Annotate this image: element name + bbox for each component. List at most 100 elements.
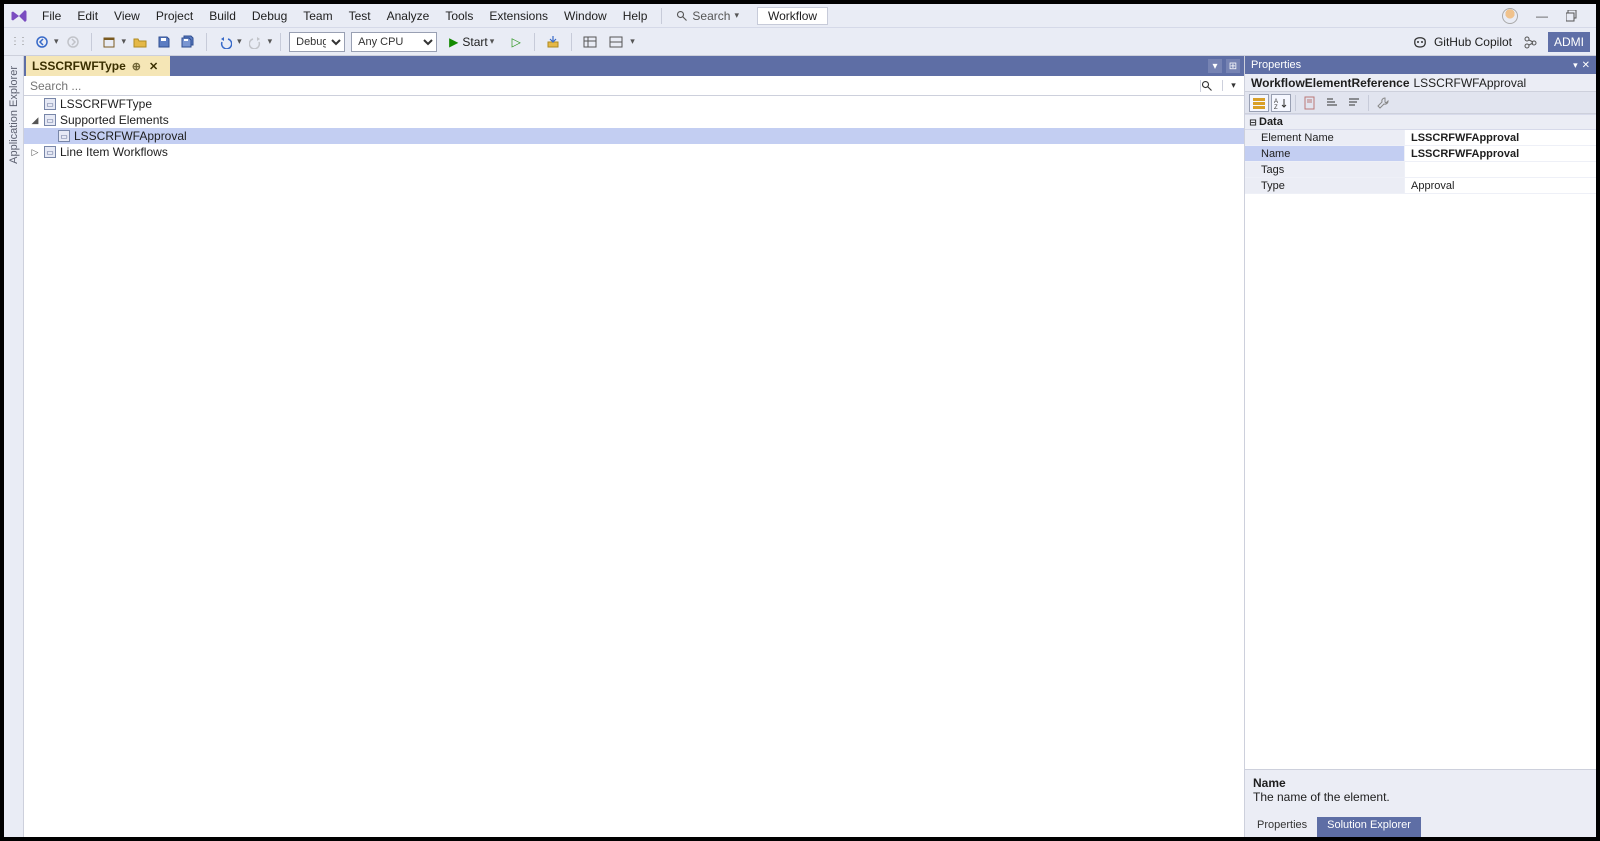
alpha-sort-icon: AZ — [1274, 96, 1288, 110]
prop-alphabetical-button[interactable]: AZ — [1271, 94, 1291, 112]
start-debug-button[interactable]: ▶ Start ▾ — [443, 32, 500, 52]
menu-test[interactable]: Test — [341, 7, 379, 25]
wrench-icon — [1376, 96, 1390, 110]
menu-project[interactable]: Project — [148, 7, 201, 25]
search-icon — [676, 10, 688, 22]
property-row[interactable]: TypeApproval — [1245, 178, 1596, 194]
tab-overflow-button[interactable]: ▾ — [1208, 59, 1222, 73]
minimize-button[interactable]: — — [1532, 9, 1552, 23]
user-avatar[interactable] — [1502, 8, 1518, 24]
restore-button[interactable] — [1566, 10, 1586, 22]
property-value[interactable]: LSSCRFWFApproval — [1405, 130, 1596, 145]
sort-asc-icon — [1325, 96, 1339, 110]
property-category[interactable]: ⊟ Data — [1245, 114, 1596, 130]
close-tab-button[interactable]: ✕ — [147, 60, 160, 73]
prop-pages-button[interactable] — [1300, 94, 1320, 112]
save-button[interactable] — [154, 32, 174, 52]
property-value[interactable]: LSSCRFWFApproval — [1405, 146, 1596, 161]
property-pages-icon — [1303, 96, 1317, 110]
expander-expand-icon[interactable]: ▷ — [30, 147, 40, 158]
open-file-button[interactable] — [130, 32, 150, 52]
bottom-tab-solution-explorer[interactable]: Solution Explorer — [1317, 817, 1421, 837]
nav-back-icon — [35, 35, 49, 49]
tree-node-label: LSSCRFWFType — [60, 97, 152, 111]
play-outline-icon: ▷ — [512, 35, 521, 49]
solution-config-select[interactable]: Debug — [289, 32, 345, 52]
vs-logo-icon — [10, 7, 28, 25]
prop-sort-btn-2[interactable] — [1344, 94, 1364, 112]
properties-panel: Properties ▾ ✕ WorkflowElementReference … — [1244, 56, 1596, 837]
collapse-icon[interactable]: ⊟ — [1247, 116, 1259, 129]
save-all-icon — [181, 35, 195, 49]
folder-icon: ▭ — [44, 114, 56, 126]
tree-node-line-item-workflows[interactable]: ▷ ▭ Line Item Workflows — [24, 144, 1244, 160]
property-row[interactable]: NameLSSCRFWFApproval — [1245, 146, 1596, 162]
toolbox-btn-1[interactable] — [543, 32, 563, 52]
properties-close-icon[interactable]: ✕ — [1582, 60, 1590, 71]
undo-icon — [218, 35, 232, 49]
tree-node-approval[interactable]: ▭ LSSCRFWFApproval — [24, 128, 1244, 144]
workflow-context-tab[interactable]: Workflow — [757, 7, 828, 25]
application-explorer-tab[interactable]: Application Explorer — [6, 62, 22, 168]
feedback-button[interactable] — [1520, 32, 1540, 52]
menu-help[interactable]: Help — [615, 7, 656, 25]
prop-sort-btn-1[interactable] — [1322, 94, 1342, 112]
solution-platform-select[interactable]: Any CPU — [351, 32, 437, 52]
nav-fwd-button[interactable] — [63, 32, 83, 52]
menu-analyze[interactable]: Analyze — [379, 7, 438, 25]
property-row[interactable]: Element NameLSSCRFWFApproval — [1245, 130, 1596, 146]
properties-dropdown-icon[interactable]: ▾ — [1573, 60, 1578, 71]
bottom-tab-properties[interactable]: Properties — [1247, 817, 1317, 837]
properties-object-name: LSSCRFWFApproval — [1414, 76, 1527, 90]
menu-extensions[interactable]: Extensions — [481, 7, 556, 25]
nav-fwd-icon — [66, 35, 80, 49]
admi-pill[interactable]: ADMI — [1548, 32, 1590, 52]
property-value[interactable]: Approval — [1405, 178, 1596, 193]
grid-icon — [583, 35, 597, 49]
menu-window[interactable]: Window — [556, 7, 615, 25]
tree-search-input[interactable] — [24, 79, 1200, 93]
restore-icon — [1566, 10, 1578, 22]
property-name: Tags — [1245, 162, 1405, 177]
tree-search-options[interactable]: ▾ — [1222, 80, 1244, 91]
open-folder-icon — [133, 35, 147, 49]
new-project-icon — [103, 35, 117, 49]
menu-tools[interactable]: Tools — [437, 7, 481, 25]
properties-object-type: WorkflowElementReference — [1251, 76, 1410, 90]
tree-search-go[interactable] — [1200, 80, 1222, 92]
property-row[interactable]: Tags — [1245, 162, 1596, 178]
undo-button[interactable] — [215, 32, 235, 52]
prop-categorized-button[interactable] — [1249, 94, 1269, 112]
tab-options-button[interactable]: ⊞ — [1226, 59, 1240, 73]
pin-icon[interactable]: ⊕ — [132, 60, 141, 73]
tree-node-supported-elements[interactable]: ◢ ▭ Supported Elements — [24, 112, 1244, 128]
properties-title: Properties — [1251, 59, 1301, 71]
property-value[interactable] — [1405, 162, 1596, 177]
menu-build[interactable]: Build — [201, 7, 244, 25]
play-icon: ▶ — [449, 35, 458, 49]
property-name: Name — [1245, 146, 1405, 161]
menu-edit[interactable]: Edit — [69, 7, 106, 25]
redo-button[interactable] — [246, 32, 266, 52]
property-name: Element Name — [1245, 130, 1405, 145]
menu-file[interactable]: File — [34, 7, 69, 25]
object-tree[interactable]: ▭ LSSCRFWFType ◢ ▭ Supported Elements ▭ … — [24, 96, 1244, 837]
menu-separator — [661, 8, 662, 24]
save-all-button[interactable] — [178, 32, 198, 52]
toolbox-btn-2[interactable] — [580, 32, 600, 52]
github-copilot-button[interactable]: GitHub Copilot — [1412, 34, 1512, 50]
document-tab-active[interactable]: LSSCRFWFType ⊕ ✕ — [26, 56, 170, 76]
property-grid[interactable]: ⊟ Data Element NameLSSCRFWFApprovalNameL… — [1245, 114, 1596, 769]
menu-team[interactable]: Team — [295, 7, 340, 25]
tree-node-root[interactable]: ▭ LSSCRFWFType — [24, 96, 1244, 112]
properties-header[interactable]: Properties ▾ ✕ — [1245, 56, 1596, 74]
toolbox-btn-3[interactable] — [606, 32, 626, 52]
nav-back-button[interactable] — [32, 32, 52, 52]
menu-view[interactable]: View — [106, 7, 148, 25]
prop-wrench-button[interactable] — [1373, 94, 1393, 112]
start-no-debug-button[interactable]: ▷ — [506, 32, 526, 52]
menu-search[interactable]: Search ▾ — [668, 7, 747, 25]
menu-debug[interactable]: Debug — [244, 7, 295, 25]
expander-collapse-icon[interactable]: ◢ — [30, 115, 40, 126]
new-project-button[interactable] — [100, 32, 120, 52]
